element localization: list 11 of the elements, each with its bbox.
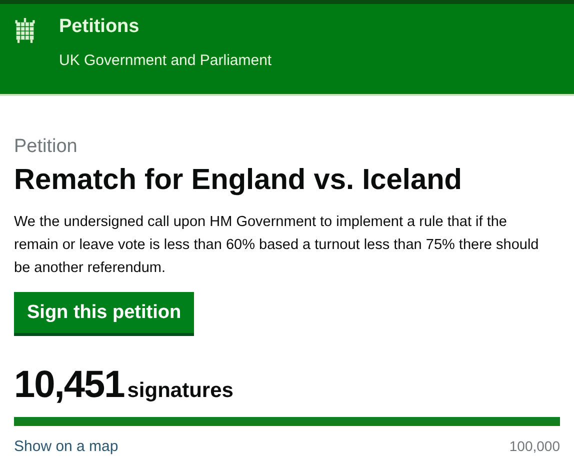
petition-label: Petition (14, 136, 78, 158)
portcullis-icon (14, 18, 36, 44)
signatures-label: signatures (127, 379, 234, 403)
sign-button[interactable]: Sign this petition (14, 292, 194, 336)
signature-count: 10,451 (14, 364, 124, 407)
site-title[interactable]: Petitions (59, 16, 272, 38)
petition-title: Rematch for England vs. Iceland (14, 164, 463, 197)
petition-description: We the undersigned call upon HM Government to implement a rule that if the remain or leave vote is less than 60% based a turnout less than 75% there should be another referendum. (14, 213, 540, 278)
target-count: 100,000 (509, 438, 560, 455)
map-link[interactable]: Show on a map (14, 438, 118, 455)
site-subtitle: UK Government and Parliament (59, 52, 272, 69)
